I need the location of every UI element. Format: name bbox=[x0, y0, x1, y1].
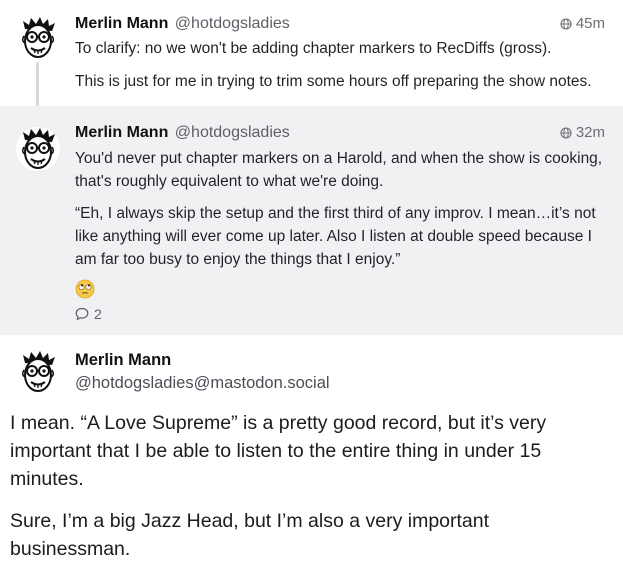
display-name[interactable]: Merlin Mann bbox=[75, 124, 168, 141]
display-name[interactable]: Merlin Mann bbox=[75, 15, 168, 32]
account-handle[interactable]: @hotdogsladies bbox=[175, 124, 290, 141]
post-content: This is just for me in trying to trim so… bbox=[75, 70, 605, 93]
post-header: Merlin Mann @hotdogsladies 45m bbox=[75, 15, 605, 35]
rolling-eyes-emoji-icon bbox=[75, 279, 95, 299]
avatar-icon bbox=[21, 351, 55, 392]
status-post[interactable]: Merlin Mann @hotdogsladies 45m To clarif… bbox=[0, 0, 623, 106]
post-paragraph: To clarify: no we won't be adding chapte… bbox=[75, 40, 552, 57]
status-detail: Merlin Mann @hotdogsladies@mastodon.soci… bbox=[0, 335, 623, 560]
post-content: “Eh, I always skip the setup and the fir… bbox=[75, 202, 605, 271]
thread-line bbox=[36, 62, 39, 106]
post-content: You'd never put chapter markers on a Har… bbox=[75, 147, 605, 193]
avatar-icon bbox=[16, 127, 60, 171]
avatar[interactable] bbox=[15, 126, 61, 172]
face-with-rolling-eyes-emoji bbox=[75, 279, 95, 299]
avatar[interactable] bbox=[15, 15, 61, 61]
post-content: I mean. “A Love Supreme” is a pretty goo… bbox=[10, 409, 613, 493]
avatar[interactable] bbox=[15, 349, 61, 395]
post-paragraph: Sure, I’m a big Jazz Head, but I’m also … bbox=[10, 510, 490, 560]
timestamp-text: 32m bbox=[575, 124, 605, 141]
speech-bubble-icon bbox=[75, 307, 89, 321]
account-handle[interactable]: @hotdogsladies@mastodon.social bbox=[75, 374, 330, 393]
post-paragraph: “Eh, I always skip the setup and the fir… bbox=[75, 205, 596, 268]
reply-button[interactable]: 2 bbox=[75, 306, 102, 322]
status-post-highlighted[interactable]: Merlin Mann @hotdogsladies 32m You'd nev… bbox=[0, 106, 623, 335]
post-content: Sure, I’m a big Jazz Head, but I’m also … bbox=[10, 507, 613, 563]
post-paragraph: This is just for me in trying to trim so… bbox=[75, 73, 592, 90]
post-content: To clarify: no we won't be adding chapte… bbox=[75, 37, 605, 60]
post-timestamp[interactable]: 45m bbox=[560, 15, 605, 32]
display-name[interactable]: Merlin Mann bbox=[75, 351, 171, 370]
avatar-icon bbox=[21, 17, 55, 58]
timestamp-text: 45m bbox=[575, 15, 605, 32]
globe-icon bbox=[560, 17, 572, 30]
globe-icon bbox=[560, 126, 572, 139]
post-header: Merlin Mann @hotdogsladies 32m bbox=[75, 124, 605, 144]
post-paragraph: I mean. “A Love Supreme” is a pretty goo… bbox=[10, 412, 547, 490]
reply-count: 2 bbox=[94, 306, 102, 322]
post-paragraph: You'd never put chapter markers on a Har… bbox=[75, 150, 603, 190]
account-handle[interactable]: @hotdogsladies bbox=[175, 15, 290, 32]
post-timestamp[interactable]: 32m bbox=[560, 124, 605, 141]
